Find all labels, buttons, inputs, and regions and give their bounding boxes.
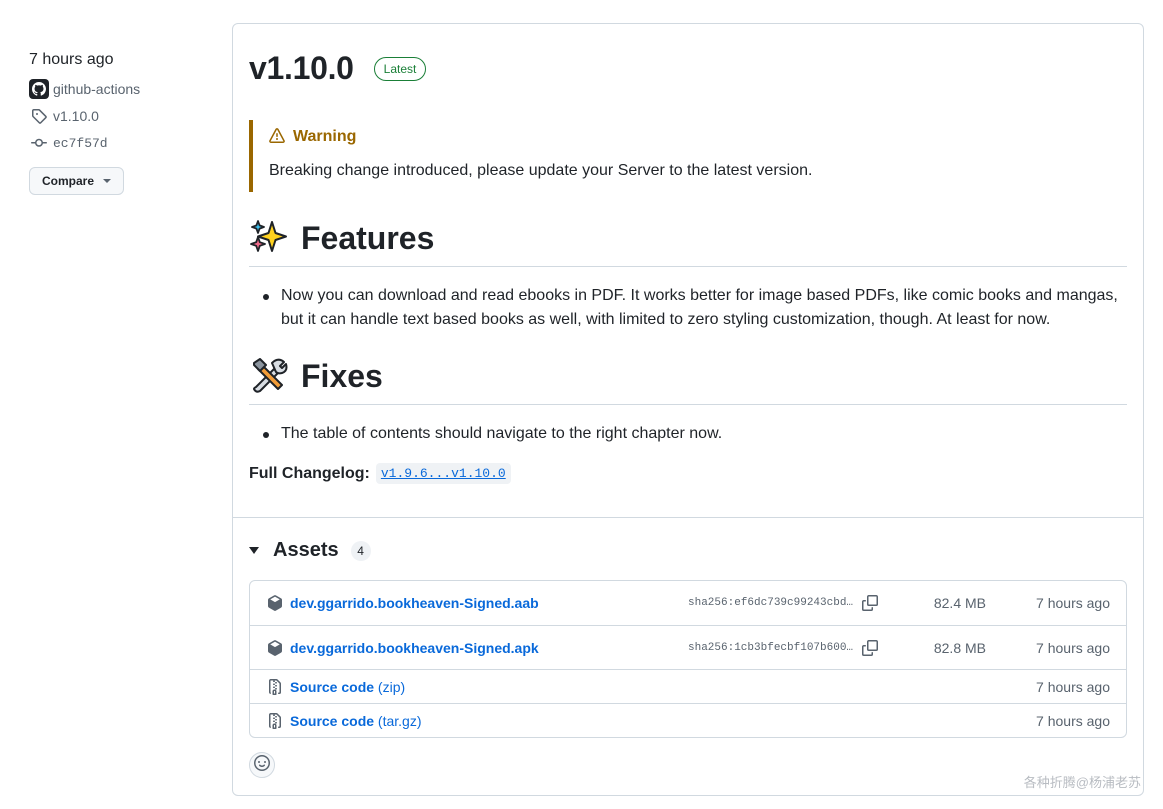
warning-text: Breaking change introduced, please updat…	[269, 162, 813, 179]
full-changelog: Full Changelog: v1.9.6...v1.10.0	[249, 463, 511, 484]
features-heading: Features	[249, 218, 1127, 267]
copy-icon[interactable]	[861, 594, 879, 612]
assets-count-badge: 4	[350, 540, 371, 561]
warning-title: Warning	[293, 128, 357, 145]
author-name[interactable]: github-actions	[53, 81, 140, 97]
file-zip-icon	[266, 678, 284, 696]
package-icon	[266, 639, 284, 657]
release-header: v1.10.0 Latest	[249, 50, 427, 87]
alert-icon	[269, 128, 287, 146]
commit-icon	[29, 133, 49, 153]
latest-badge: Latest	[373, 56, 427, 81]
github-icon	[32, 82, 46, 96]
features-title: Features	[301, 219, 435, 256]
asset-time: 7 hours ago	[1036, 678, 1110, 695]
assets-title: Assets	[273, 539, 339, 561]
source-code-targz-link[interactable]: Source code (tar.gz)	[290, 713, 422, 729]
sparkles-icon	[249, 218, 289, 258]
asset-time: 7 hours ago	[1036, 712, 1110, 729]
add-reaction-button[interactable]	[249, 752, 275, 778]
package-icon	[266, 594, 284, 612]
file-zip-icon	[266, 712, 284, 730]
github-avatar	[29, 79, 49, 99]
warning-header: Warning	[269, 128, 1127, 146]
asset-sha: sha256:ef6dc739c99243cbd…	[688, 597, 854, 609]
tag-name[interactable]: v1.10.0	[53, 108, 99, 124]
asset-row: dev.ggarrido.bookheaven-Signed.aab sha25…	[250, 581, 1126, 625]
list-item: The table of contents should navigate to…	[249, 422, 1127, 446]
asset-link[interactable]: dev.ggarrido.bookheaven-Signed.apk	[290, 640, 539, 656]
release-commit[interactable]: ec7f57d	[29, 133, 219, 153]
fixes-heading: Fixes	[249, 356, 1127, 405]
assets-list: dev.ggarrido.bookheaven-Signed.aab sha25…	[249, 580, 1127, 738]
asset-size: 82.8 MB	[933, 639, 986, 656]
watermark: 各种折腾@杨浦老苏	[1023, 775, 1141, 790]
asset-row: Source code (zip) 7 hours ago	[250, 669, 1126, 703]
triangle-down-icon	[249, 547, 259, 554]
assets-toggle[interactable]: Assets 4	[249, 539, 371, 562]
source-code-zip-link[interactable]: Source code (zip)	[290, 679, 405, 695]
changelog-label: Full Changelog	[249, 464, 365, 482]
release-sidebar: 7 hours ago github-actions v1.10.0 ec7f5…	[29, 48, 219, 195]
compare-button[interactable]: Compare	[29, 167, 125, 195]
release-title[interactable]: v1.10.0	[249, 50, 354, 87]
release-card: v1.10.0 Latest Warning Breaking change i…	[232, 23, 1144, 796]
list-item: Now you can download and read ebooks in …	[249, 284, 1127, 332]
copy-icon[interactable]	[861, 639, 879, 657]
commit-sha[interactable]: ec7f57d	[53, 136, 108, 151]
divider	[233, 517, 1143, 518]
asset-time: 7 hours ago	[1036, 639, 1110, 656]
asset-row: Source code (tar.gz) 7 hours ago	[250, 703, 1126, 737]
smiley-icon	[254, 754, 270, 776]
hammer-and-wrench-icon	[249, 356, 289, 396]
asset-size: 82.4 MB	[933, 595, 986, 611]
fixes-title: Fixes	[301, 357, 383, 394]
asset-time: 7 hours ago	[1036, 595, 1110, 611]
compare-label: Compare	[42, 174, 95, 188]
warning-callout: Warning Breaking change introduced, plea…	[249, 120, 1127, 192]
asset-sha: sha256:1cb3bfecbf107b600…	[688, 641, 854, 654]
release-time: 7 hours ago	[29, 51, 114, 68]
chevron-down-icon	[103, 179, 112, 183]
features-list: Now you can download and read ebooks in …	[249, 284, 1127, 332]
tag-icon	[29, 106, 49, 126]
asset-link[interactable]: dev.ggarrido.bookheaven-Signed.aab	[290, 595, 539, 611]
release-author[interactable]: github-actions	[29, 79, 219, 99]
fixes-list: The table of contents should navigate to…	[249, 422, 1127, 446]
asset-row: dev.ggarrido.bookheaven-Signed.apk sha25…	[250, 625, 1126, 669]
release-tag[interactable]: v1.10.0	[29, 106, 219, 126]
changelog-link[interactable]: v1.9.6...v1.10.0	[375, 463, 511, 484]
